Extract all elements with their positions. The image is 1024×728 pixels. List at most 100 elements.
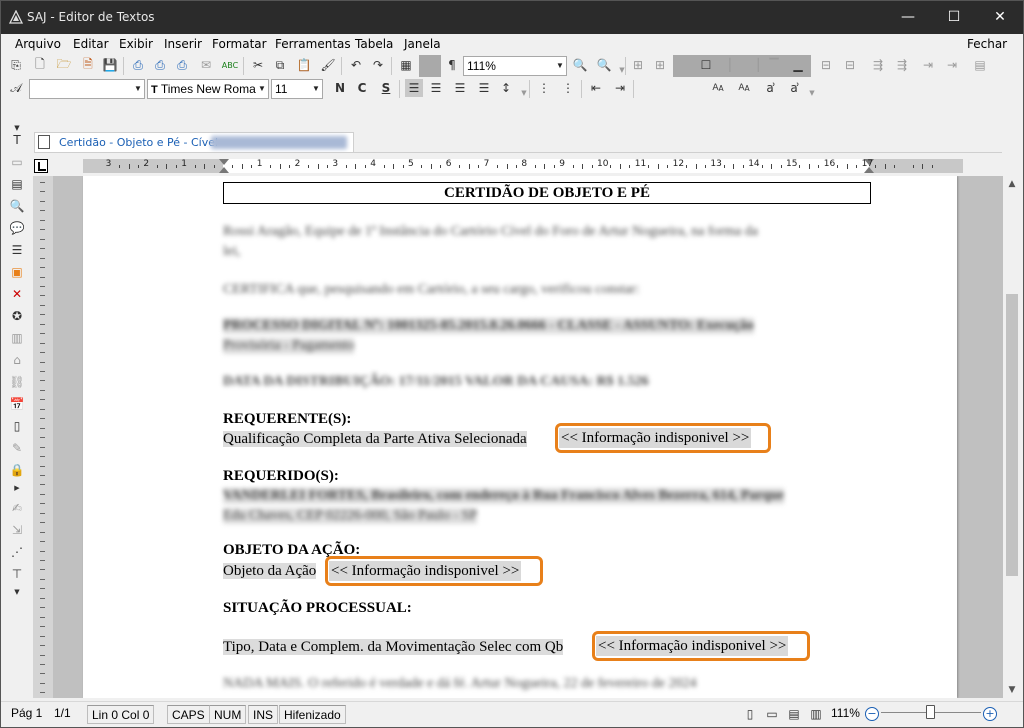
menu-formatar[interactable]: Formatar [212,37,267,51]
brush-icon[interactable]: ⊤ [8,565,26,583]
requerente-field[interactable]: Qualificação Completa da Parte Ativa Sel… [223,429,527,449]
email-icon[interactable]: ✉ [197,56,215,74]
horizontal-ruler[interactable]: 3 2 1 1 2 3 4 5 6 7 8 9 10 11 12 13 14 15 16 17 [83,159,963,173]
underline-button[interactable]: S [377,79,395,97]
objeto-field[interactable]: Objeto da Ação [223,561,317,581]
cut-icon[interactable]: ✂ [249,56,267,74]
style-combo[interactable]: ▼ [29,79,145,99]
copy-icon[interactable]: ⧉ [271,56,289,74]
sign-icon[interactable]: ✍ [8,499,26,517]
bold-button[interactable]: N [331,79,349,97]
print-icon[interactable]: ⎙ [129,56,147,74]
open-folder-icon[interactable]: 🗁 [55,56,73,74]
delete-row-icon[interactable]: ⇥ [919,56,937,74]
stamp-icon[interactable]: ⌂ [8,351,26,369]
border-bottom-icon[interactable]: ▁ [789,56,807,74]
menu-ferramentas[interactable]: Ferramentas [275,37,351,51]
minimize-button[interactable]: — [885,1,931,34]
increase-font-icon[interactable]: ẚ [761,79,779,97]
chevron-down-icon[interactable]: ▼ [554,57,566,75]
menu-tabela[interactable]: Tabela [355,37,393,51]
document-page[interactable]: CERTIDÃO DE OBJETO E PÉ Rossi Aragão, Eq… [83,176,957,698]
close-button[interactable]: ✕ [977,1,1023,34]
italic-button[interactable]: C [353,79,371,97]
chevron-down-icon[interactable]: ▼ [310,80,322,98]
list-icon[interactable]: ☰ [8,241,26,259]
border-top-icon[interactable]: ▔ [765,56,783,74]
link-icon[interactable]: ⛓ [8,373,26,391]
lock-icon[interactable]: 🔒 [8,461,26,479]
comment-icon[interactable]: 💬 [8,219,26,237]
zoom-out-button[interactable]: − [865,707,879,721]
border-right-icon[interactable]: ▕ [745,56,763,74]
print-setup-icon[interactable]: ⎙ [173,56,191,74]
justify-icon[interactable]: ☰ [475,79,493,97]
columns-icon[interactable]: ▥ [8,329,26,347]
insert-field-icon[interactable]: ▤ [8,175,26,193]
remove-field-icon[interactable]: ✕ [8,285,26,303]
page-view-icon[interactable]: ▯ [741,705,759,723]
document-area[interactable]: CERTIDÃO DE OBJETO E PÉ Rossi Aragão, Eq… [33,176,1003,698]
undo-icon[interactable]: ↶ [347,56,365,74]
open-recent-icon[interactable]: 🗎 [79,56,97,74]
show-formatting-icon[interactable]: ¶ [443,56,461,74]
search-document-icon[interactable]: 🔍 [8,197,26,215]
split-cells-icon[interactable]: ⊟ [841,56,859,74]
align-left-icon[interactable]: ☰ [405,79,423,97]
save-icon[interactable]: 💾 [101,56,119,74]
certificate-icon[interactable]: ✪ [8,307,26,325]
unavailable-info-placeholder[interactable]: << Informação indisponivel >> [596,636,789,656]
chevron-down-icon[interactable]: ▼ [8,583,26,601]
new-document-icon[interactable]: 🗋 [31,56,49,74]
calendar-icon[interactable]: 📅 [8,395,26,413]
font-size-combo[interactable]: 11 ▼ [271,79,323,99]
print-preview-icon[interactable]: ⎙ [151,56,169,74]
zoom-in-button[interactable]: + [983,707,997,721]
maximize-button[interactable]: ☐ [931,1,977,34]
draft-view-icon[interactable]: ▤ [785,705,803,723]
share-icon[interactable]: ⋰ [8,543,26,561]
form-icon[interactable]: ▣ [8,263,26,281]
insert-row-icon[interactable]: ⇶ [869,56,887,74]
menu-arquivo[interactable]: Arquivo [15,37,61,51]
menu-exibir[interactable]: Exibir [119,37,153,51]
align-center-icon[interactable]: ☰ [427,79,445,97]
menu-inserir[interactable]: Inserir [164,37,202,51]
scroll-up-icon[interactable]: ▲ [1003,176,1021,192]
border-box-icon[interactable]: ☐ [697,56,715,74]
chevron-down-icon[interactable]: ▼ [256,80,268,98]
menu-janela[interactable]: Janela [404,37,441,51]
vertical-scrollbar[interactable]: ▲ ▼ [1003,176,1021,698]
zoom-out-icon[interactable]: 🔍 [571,56,589,74]
bullet-list-icon[interactable]: ⋮ [535,79,553,97]
paste-icon[interactable]: 📋 [295,56,313,74]
close-document-menu[interactable]: Fechar [967,37,1007,51]
text-field-icon[interactable]: T [8,131,26,149]
table-grid-icon[interactable]: ⊞ [629,56,647,74]
left-indent-marker[interactable] [219,167,229,173]
zoom-combo[interactable]: 111% ▼ [463,56,567,76]
chevron-down-icon[interactable]: ▼ [515,84,533,102]
document-icon[interactable]: ▯ [8,417,26,435]
decrease-indent-icon[interactable]: ⇤ [587,79,605,97]
insert-column-icon[interactable]: ⇶ [893,56,911,74]
zoom-in-icon[interactable]: 🔍 [595,56,613,74]
tab-stop-selector[interactable] [34,159,48,173]
delete-column-icon[interactable]: ⇥ [943,56,961,74]
frame-toggle[interactable] [419,55,441,77]
increase-indent-icon[interactable]: ⇥ [611,79,629,97]
web-view-icon[interactable]: ▭ [763,705,781,723]
chevron-down-icon[interactable]: ▼ [803,84,821,102]
insert-table-icon[interactable]: ▦ [397,56,415,74]
format-painter-icon[interactable]: 🖌 [319,56,337,74]
new-from-template-icon[interactable]: ⎘ [7,56,25,74]
unavailable-info-placeholder[interactable]: << Informação indisponivel >> [559,428,752,448]
decrease-font-icon[interactable]: ẚ [785,79,803,97]
situacao-field[interactable]: Tipo, Data e Complem. da Movimentação Se… [223,637,564,657]
redo-icon[interactable]: ↷ [369,56,387,74]
merge-cells-icon[interactable]: ⊟ [817,56,835,74]
font-name-combo[interactable]: T Times New Romar ▼ [147,79,269,99]
menu-editar[interactable]: Editar [73,37,109,51]
numbered-list-icon[interactable]: ⋮ [559,79,577,97]
superscript-icon[interactable]: AA [709,79,727,97]
